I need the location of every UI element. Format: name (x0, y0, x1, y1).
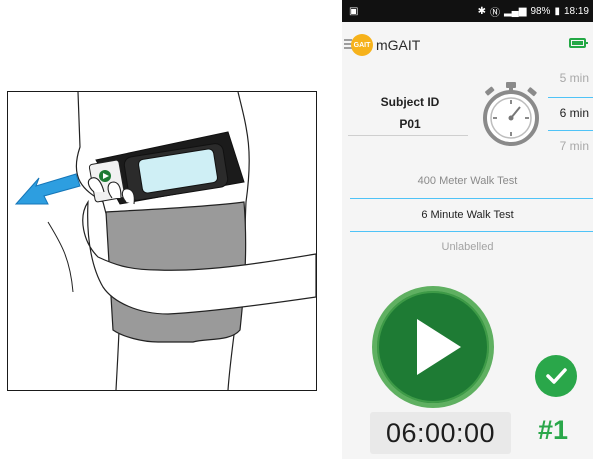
illustration-panel (7, 91, 317, 391)
duration-option-5[interactable]: 5 min (546, 71, 593, 85)
duration-selector-line (548, 97, 593, 98)
image-notification-icon: ▣ (349, 5, 359, 17)
stopwatch-icon (483, 82, 539, 146)
bluetooth-icon: ✱ (477, 5, 486, 17)
confirm-button[interactable] (535, 355, 577, 397)
start-button[interactable] (372, 286, 494, 408)
duration-option-7[interactable]: 7 min (546, 139, 593, 153)
test-selector-line (350, 198, 593, 199)
play-icon (417, 319, 461, 375)
app-bar: GAIT mGAIT (342, 28, 593, 62)
test-selector-line (350, 231, 593, 232)
app-logo: GAIT (351, 34, 373, 56)
device-removal-illustration (14, 92, 316, 390)
duration-selector-line (548, 130, 593, 131)
check-icon (546, 368, 567, 384)
battery-status-icon: ▮ (554, 5, 560, 17)
battery-percent: 98% (530, 5, 551, 17)
timer-display: 06:00:00 (370, 412, 511, 454)
phone-screen: ▣ ✱ Ⓝ ▂▄▆ 98% ▮ 18:19 GAIT mGAIT Subject… (342, 0, 593, 459)
signal-icon: ▂▄▆ (503, 5, 527, 17)
app-title: mGAIT (376, 37, 421, 53)
test-option-6min[interactable]: 6 Minute Walk Test (350, 209, 585, 221)
nfc-icon: Ⓝ (489, 7, 500, 19)
status-bar: ▣ ✱ Ⓝ ▂▄▆ 98% ▮ 18:19 (342, 0, 593, 22)
device-battery-icon (569, 38, 588, 48)
duration-option-6[interactable]: 6 min (546, 106, 593, 120)
subject-id-label: Subject ID (380, 95, 440, 109)
test-option-400m[interactable]: 400 Meter Walk Test (350, 175, 585, 187)
clock: 18:19 (563, 5, 589, 17)
test-option-unlabelled[interactable]: Unlabelled (350, 241, 585, 253)
run-number: #1 (538, 415, 569, 445)
subject-id-underline (348, 135, 468, 136)
subject-id-field[interactable]: P01 (350, 117, 470, 131)
